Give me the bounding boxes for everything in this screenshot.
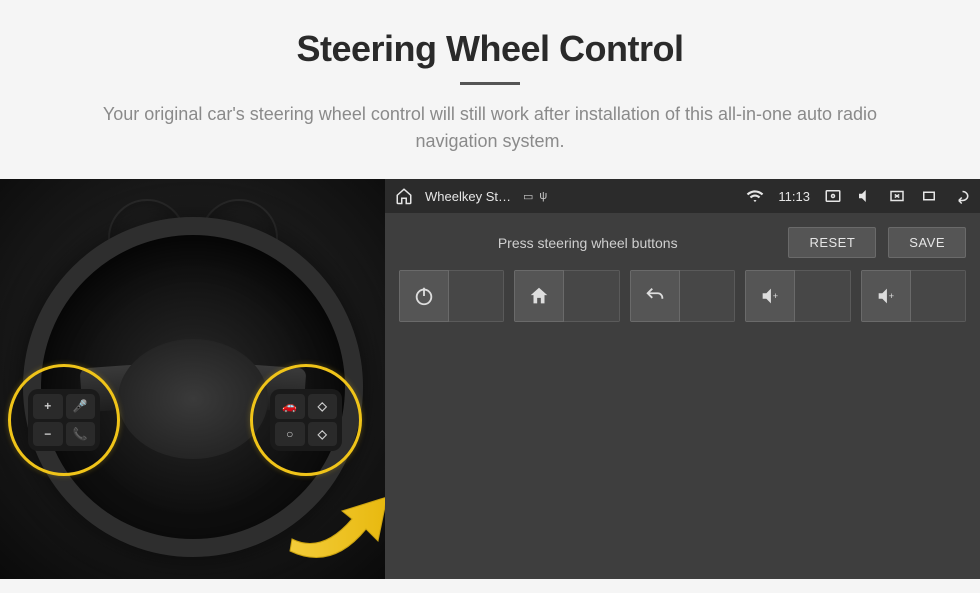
usb-icon: ψ bbox=[539, 190, 547, 203]
mapping-cell-back bbox=[630, 270, 735, 322]
wheel-btn-volume-down[interactable]: − bbox=[33, 422, 63, 447]
wifi-icon bbox=[746, 187, 764, 205]
mapping-slot[interactable] bbox=[564, 270, 619, 322]
wheel-btn-voice[interactable]: 🎤 bbox=[66, 394, 96, 419]
mapping-cell-volup-1: + bbox=[745, 270, 850, 322]
save-button[interactable]: SAVE bbox=[888, 227, 966, 258]
home-map-icon[interactable] bbox=[514, 270, 564, 322]
recent-apps-icon[interactable] bbox=[920, 187, 938, 205]
status-notification-icons: ▭ ψ bbox=[523, 190, 547, 203]
content-row: + 🎤 − 📞 🚗 ◇ ○ ◇ bbox=[0, 179, 980, 579]
wheel-button-cluster-right: 🚗 ◇ ○ ◇ bbox=[270, 389, 342, 451]
mapping-slot[interactable] bbox=[795, 270, 850, 322]
callout-arrow bbox=[282, 479, 385, 559]
volume-up-icon[interactable]: + bbox=[861, 270, 911, 322]
wheel-btn-nav-down[interactable]: ◇ bbox=[308, 422, 338, 447]
wheel-hub bbox=[118, 339, 268, 459]
action-row: Press steering wheel buttons RESET SAVE bbox=[385, 213, 980, 270]
page-subtitle: Your original car's steering wheel contr… bbox=[60, 101, 920, 155]
screenshot-icon[interactable] bbox=[824, 187, 842, 205]
wheel-btn-phone[interactable]: 📞 bbox=[66, 422, 96, 447]
svg-text:+: + bbox=[888, 291, 893, 301]
mapping-cell-power bbox=[399, 270, 504, 322]
wheel-button-cluster-left: + 🎤 − 📞 bbox=[28, 389, 100, 451]
wheel-btn-mode[interactable]: 🚗 bbox=[275, 394, 305, 419]
home-icon[interactable] bbox=[395, 187, 413, 205]
status-bar: Wheelkey St… ▭ ψ 11:13 bbox=[385, 179, 980, 213]
steering-wheel-photo: + 🎤 − 📞 🚗 ◇ ○ ◇ bbox=[0, 179, 385, 579]
volume-icon[interactable] bbox=[856, 187, 874, 205]
wheel-btn-nav-up[interactable]: ◇ bbox=[308, 394, 338, 419]
title-underline bbox=[460, 82, 520, 85]
picture-icon: ▭ bbox=[523, 190, 533, 203]
close-app-icon[interactable] bbox=[888, 187, 906, 205]
wheel-btn-volume-up[interactable]: + bbox=[33, 394, 63, 419]
mapping-cell-home bbox=[514, 270, 619, 322]
reset-button[interactable]: RESET bbox=[788, 227, 876, 258]
page-title: Steering Wheel Control bbox=[0, 0, 980, 70]
mapping-cell-volup-2: + bbox=[861, 270, 966, 322]
status-app-name: Wheelkey St… bbox=[425, 189, 511, 204]
back-icon[interactable] bbox=[630, 270, 680, 322]
android-headunit-screen: Wheelkey St… ▭ ψ 11:13 bbox=[385, 179, 980, 579]
mapping-slot[interactable] bbox=[911, 270, 966, 322]
svg-text:+: + bbox=[773, 291, 778, 301]
back-nav-icon[interactable] bbox=[952, 187, 970, 205]
wheel-btn-cycle[interactable]: ○ bbox=[275, 422, 305, 447]
mapping-row: + + bbox=[385, 270, 980, 322]
power-icon[interactable] bbox=[399, 270, 449, 322]
mapping-slot[interactable] bbox=[449, 270, 504, 322]
mapping-slot[interactable] bbox=[680, 270, 735, 322]
status-time: 11:13 bbox=[778, 189, 810, 204]
volume-up-icon[interactable]: + bbox=[745, 270, 795, 322]
hint-text: Press steering wheel buttons bbox=[399, 235, 776, 251]
